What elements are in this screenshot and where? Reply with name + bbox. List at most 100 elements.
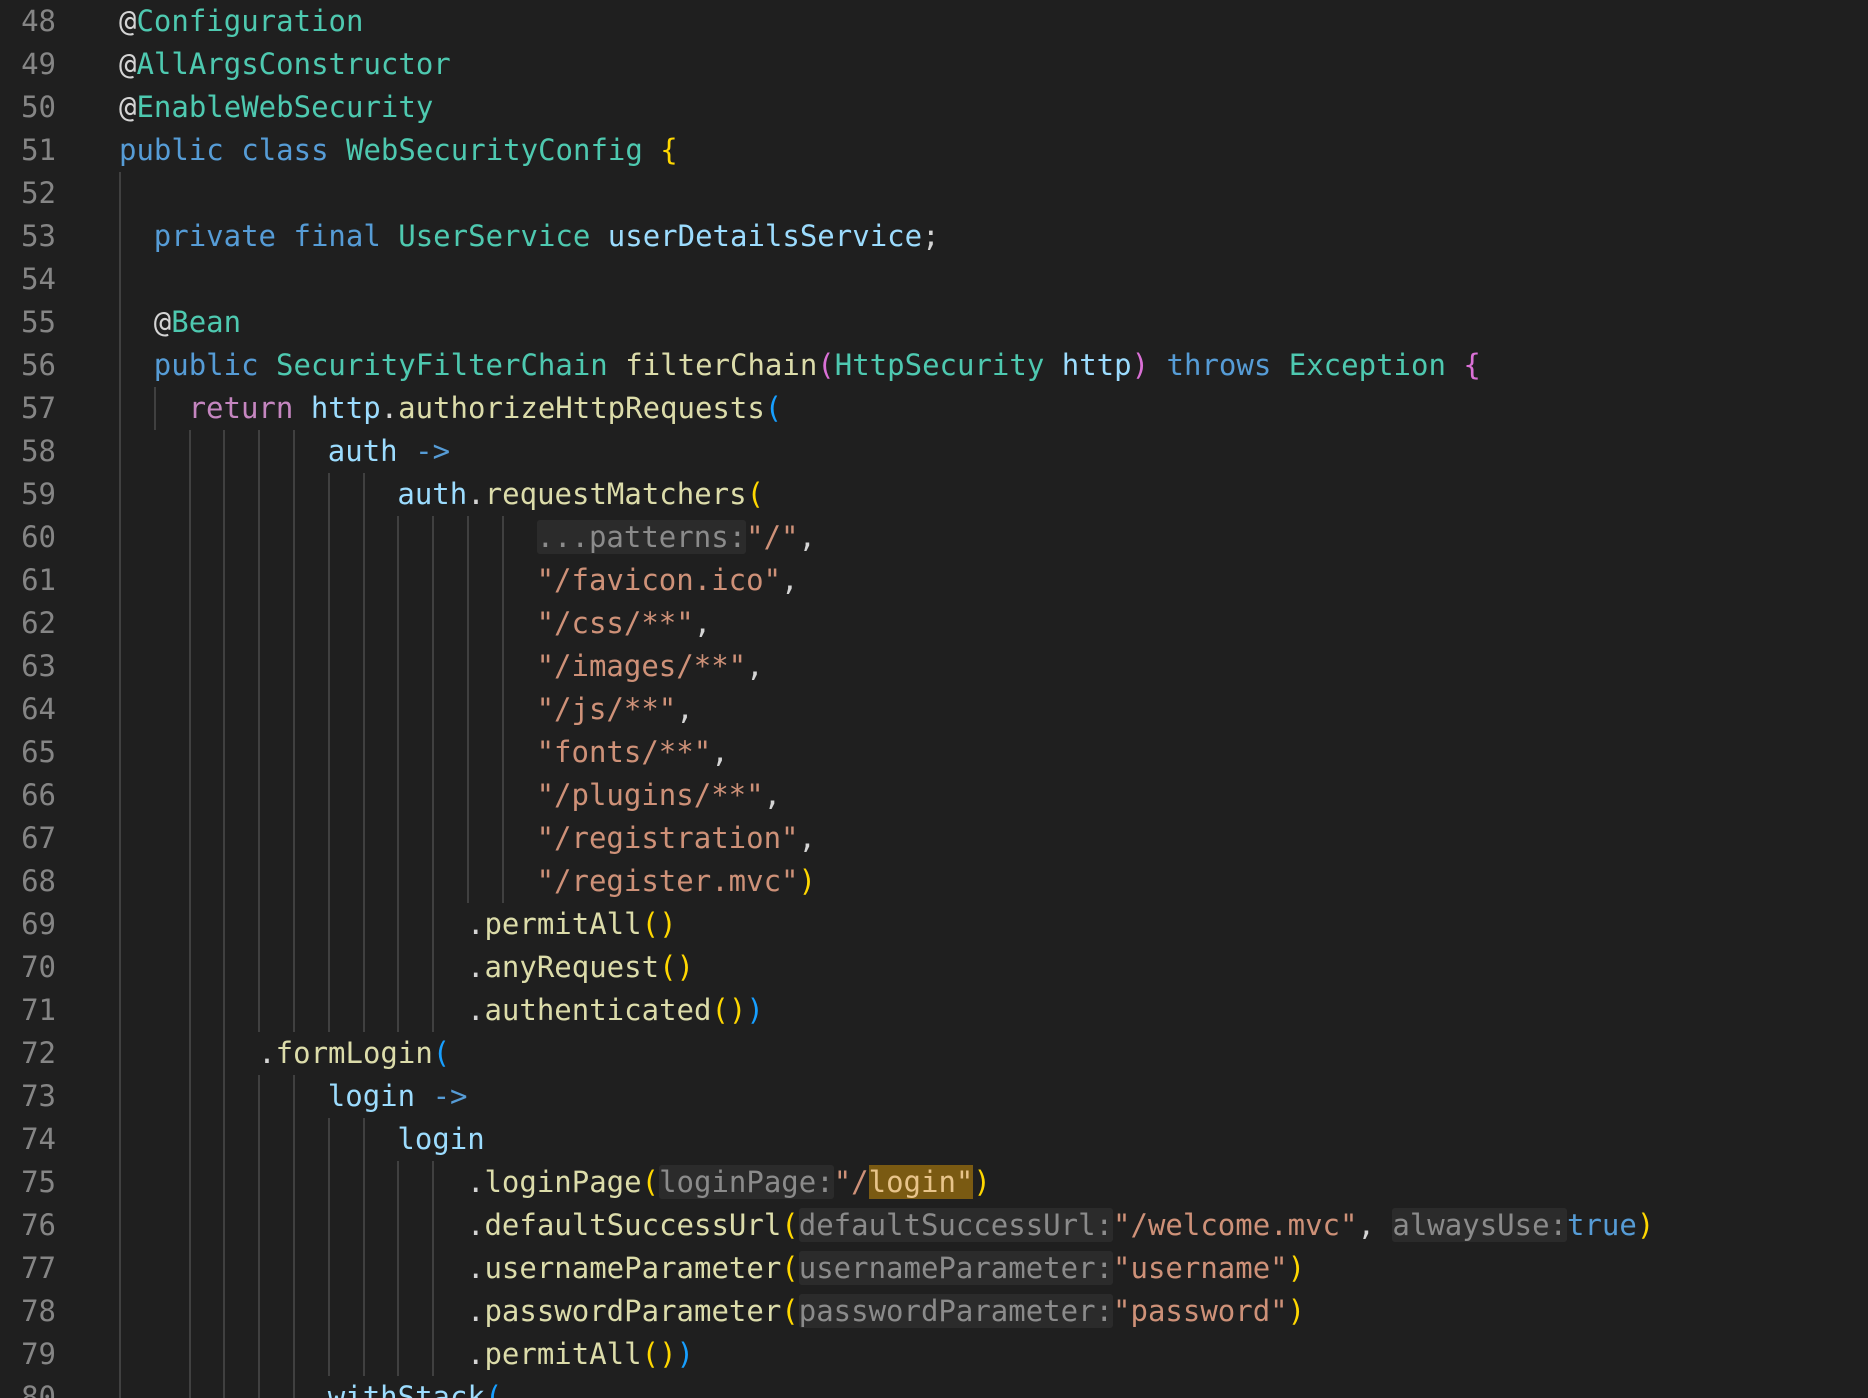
code-line[interactable]: 49 @AllArgsConstructor	[0, 43, 1868, 86]
code-line[interactable]: 62 "/css/**",	[0, 602, 1868, 645]
indent-guide	[362, 559, 365, 602]
indent-guide	[223, 1376, 226, 1398]
indent-guide	[362, 1118, 365, 1161]
code-line[interactable]: 75 .loginPage(loginPage:"/login")	[0, 1161, 1868, 1204]
code-line[interactable]: 48 @Configuration	[0, 0, 1868, 43]
code-text: .usernameParameter(usernameParameter:"us…	[467, 1247, 1305, 1290]
indent-guide	[188, 903, 191, 946]
code-line[interactable]: 63 "/images/**",	[0, 645, 1868, 688]
indent-guide	[327, 1118, 330, 1161]
line-number: 60	[21, 520, 56, 554]
line-number: 49	[21, 47, 56, 81]
code-token: ,	[798, 821, 816, 855]
code-token: "/plugins/**"	[536, 778, 764, 812]
indent-guide	[188, 1204, 191, 1247]
line-number: 77	[21, 1251, 56, 1285]
line-number: 56	[21, 348, 56, 382]
code-line[interactable]: 76 .defaultSuccessUrl(defaultSuccessUrl:"…	[0, 1204, 1868, 1247]
indent-guide	[293, 946, 295, 989]
indent-guide	[119, 1290, 121, 1333]
indent-guide	[397, 903, 400, 946]
code-line[interactable]: 52	[0, 172, 1868, 215]
code-line[interactable]: 60 ...patterns:"/",	[0, 516, 1868, 559]
indent-guide	[188, 559, 191, 602]
indent-guide	[223, 1247, 226, 1290]
code-token: )	[973, 1165, 991, 1199]
indent-guide	[501, 731, 504, 774]
code-line[interactable]: 67 "/registration",	[0, 817, 1868, 860]
code-token: .	[467, 1337, 485, 1371]
code-line[interactable]: 69 .permitAll()	[0, 903, 1868, 946]
indent-guide	[258, 430, 261, 473]
indent-guide	[327, 1161, 330, 1204]
code-line[interactable]: 59 auth.requestMatchers(	[0, 473, 1868, 516]
code-line[interactable]: 53 private final UserService userDetailsS…	[0, 215, 1868, 258]
indent-guide	[467, 516, 469, 559]
code-text: public class WebSecurityConfig {	[119, 129, 678, 172]
code-token: withStack	[327, 1380, 485, 1398]
code-line[interactable]: 56 public SecurityFilterChain filterChain…	[0, 344, 1868, 387]
indent-guide	[258, 1333, 261, 1376]
indent-guide	[327, 860, 330, 903]
code-line[interactable]: 54	[0, 258, 1868, 301]
code-line[interactable]: 65 "fonts/**",	[0, 731, 1868, 774]
code-line[interactable]: 72 .formLogin(	[0, 1032, 1868, 1075]
code-line[interactable]: 61 "/favicon.ico",	[0, 559, 1868, 602]
code-line[interactable]: 71 .authenticated())	[0, 989, 1868, 1032]
line-number: 66	[21, 778, 56, 812]
code-line[interactable]: 64 "/js/**",	[0, 688, 1868, 731]
code-token: "/"	[746, 520, 799, 554]
indent-guide	[188, 1032, 191, 1075]
code-token: (	[764, 391, 783, 425]
code-line[interactable]: 51 public class WebSecurityConfig {	[0, 129, 1868, 172]
code-token: .	[258, 1036, 276, 1070]
code-token: return	[188, 391, 294, 425]
indent-guide	[327, 1290, 330, 1333]
code-line[interactable]: 77 .usernameParameter(usernameParameter:"…	[0, 1247, 1868, 1290]
code-line[interactable]: 79 .permitAll())	[0, 1333, 1868, 1376]
indent-guide	[293, 903, 295, 946]
indent-guide	[362, 1333, 365, 1376]
indent-guide	[327, 1333, 330, 1376]
indent-guide	[362, 860, 365, 903]
code-line[interactable]: 78 .passwordParameter(passwordParameter:"…	[0, 1290, 1868, 1333]
line-number: 74	[21, 1122, 56, 1156]
indent-guide	[119, 1247, 121, 1290]
code-editor[interactable]: 48 @Configuration 49 @AllArgsConstructor 50 @…	[0, 0, 1868, 1398]
code-line[interactable]: 55 @Bean	[0, 301, 1868, 344]
code-token: userDetailsService	[607, 219, 923, 253]
line-number: 64	[21, 692, 56, 726]
code-line[interactable]: 73 login ->	[0, 1075, 1868, 1118]
code-token: ,	[746, 649, 764, 683]
indent-guide	[397, 645, 400, 688]
indent-guide	[501, 774, 504, 817]
code-token: Bean	[171, 305, 242, 339]
code-line[interactable]: 68 "/register.mvc")	[0, 860, 1868, 903]
indent-guide	[327, 817, 330, 860]
indent-guide	[153, 387, 156, 430]
indent-guide	[362, 645, 365, 688]
indent-guide	[327, 1247, 330, 1290]
code-line[interactable]: 74 login	[0, 1118, 1868, 1161]
code-line[interactable]: 80 withStack(	[0, 1376, 1868, 1398]
code-line[interactable]: 66 "/plugins/**",	[0, 774, 1868, 817]
indent-guide	[467, 645, 469, 688]
inlay-hint: defaultSuccessUrl:	[798, 1208, 1114, 1242]
code-token: @	[119, 90, 137, 124]
code-text: public SecurityFilterChain filterChain(H…	[154, 344, 1481, 387]
code-line[interactable]: 57 return http.authorizeHttpRequests(	[0, 387, 1868, 430]
indent-guide	[223, 645, 226, 688]
code-line[interactable]: 58 auth ->	[0, 430, 1868, 473]
code-token: UserService	[398, 219, 591, 253]
indent-guide	[397, 602, 400, 645]
indent-guide	[501, 817, 504, 860]
indent-guide	[362, 989, 365, 1032]
indent-guide	[293, 473, 295, 516]
code-line[interactable]: 70 .anyRequest()	[0, 946, 1868, 989]
code-line[interactable]: 50 @EnableWebSecurity	[0, 86, 1868, 129]
code-token: ,	[711, 735, 729, 769]
indent-guide	[397, 1204, 400, 1247]
code-token: true	[1567, 1208, 1637, 1242]
